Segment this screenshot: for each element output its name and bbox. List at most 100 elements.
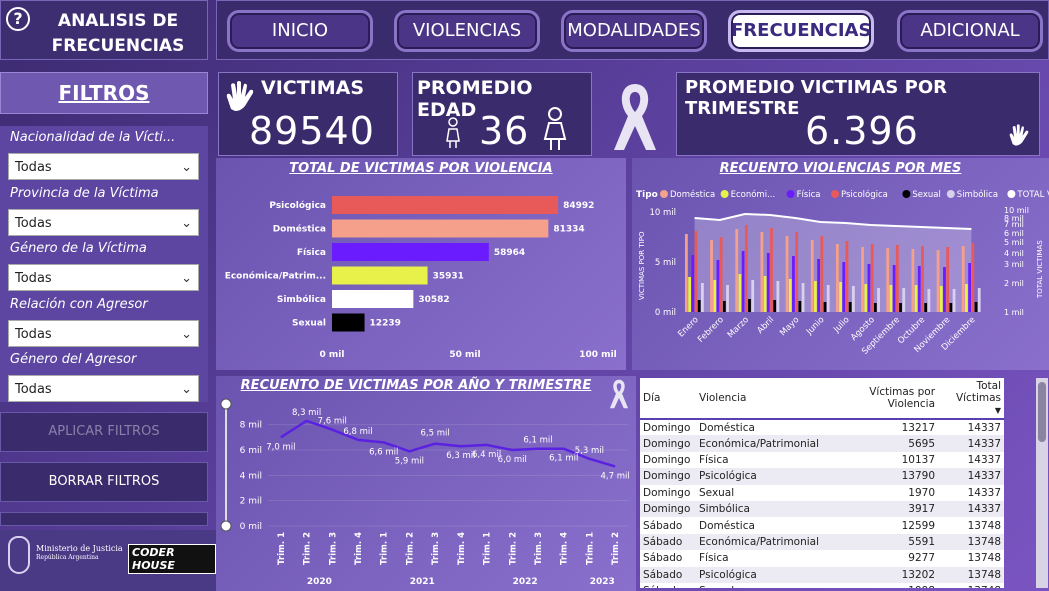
scroll-thumb[interactable] [1038, 382, 1046, 442]
kpi-edad-value: 36 [479, 109, 530, 153]
y2-tick-label: 10 mil [1004, 206, 1029, 215]
x-tick-label: Marzo [726, 315, 751, 340]
legend-marker [720, 190, 729, 198]
table-row[interactable]: Domingo Económica/Patrimonial 5695 14337 [640, 435, 1004, 452]
month-bar [710, 240, 713, 312]
month-bar [820, 236, 824, 312]
month-bar [817, 259, 821, 312]
table-row[interactable]: Sábado Psicológica 13202 13748 [640, 566, 1004, 583]
table-header[interactable]: Total Víctimas ▼ [938, 378, 1004, 420]
year-label: 2022 [513, 577, 538, 587]
range-slider-handle [220, 520, 232, 532]
x-tick-label: 50 mil [449, 350, 480, 360]
filter-select-genero-victima[interactable]: Todas ⌄ [8, 264, 199, 291]
y-tick-label: 10 mil [649, 208, 676, 218]
month-bar [684, 234, 688, 312]
table-cell: Domingo [643, 421, 691, 434]
table-row[interactable]: SábadoSexual199813748 [640, 583, 1004, 588]
legend-marker [831, 190, 839, 198]
month-bar [914, 285, 918, 312]
table-cell: Sábado [643, 552, 683, 565]
table-cell: Domingo [643, 453, 691, 466]
apply-filters-button[interactable]: APLICAR FILTROS [0, 412, 208, 452]
month-bar [798, 301, 802, 312]
filter-label-relacion: Relación con Agresor [10, 297, 148, 312]
sort-desc-icon[interactable]: ▼ [995, 406, 1001, 415]
x-tick-label: Trim. 3 [328, 532, 338, 565]
chevron-down-icon: ⌄ [181, 327, 192, 342]
table-cell: 12599 [901, 519, 936, 532]
table-row[interactable]: Sábado Física 9277 13748 [640, 550, 1004, 566]
clear-filters-button[interactable]: BORRAR FILTROS [0, 462, 208, 502]
table-cell: Domingo [640, 500, 696, 518]
tab-adicional[interactable]: ADICIONAL [897, 10, 1043, 52]
woman-large-icon [543, 107, 567, 150]
legend-marker [902, 190, 911, 198]
table-row[interactable]: Sábado Económica/Patrimonial 5591 13748 [640, 533, 1004, 551]
filter-select-genero-agresor[interactable]: Todas ⌄ [8, 375, 199, 402]
x-tick-label: Junio [804, 315, 827, 338]
legend-label: Física [797, 190, 821, 200]
y-tick-label: 2 mil [240, 497, 262, 507]
table-header[interactable]: Víctimas por Violencia [822, 378, 939, 420]
tab-violencias[interactable]: VIOLENCIAS [394, 10, 540, 52]
table-cell: Simbólica [696, 500, 823, 518]
month-bar [949, 303, 953, 312]
tab-inicio[interactable]: INICIO [227, 10, 373, 52]
data-label: 5,9 mil [395, 456, 424, 466]
table-header[interactable]: Día [640, 378, 696, 420]
filter-select-provincia[interactable]: Todas ⌄ [8, 209, 199, 236]
table-row[interactable]: Domingo Sexual 1970 14337 [640, 485, 1004, 501]
legend-marker [786, 190, 795, 198]
y-tick-label: 5 mil [655, 258, 676, 268]
month-bar [738, 274, 742, 312]
chevron-down-icon: ⌄ [181, 216, 192, 231]
table-header[interactable]: Violencia [696, 378, 823, 420]
filter-select-nacionalidad[interactable]: Todas ⌄ [8, 153, 199, 180]
y2-tick-label: 4 mil [1004, 249, 1024, 258]
month-bar [851, 286, 855, 312]
table-row[interactable]: Domingo Física 10137 14337 [640, 452, 1004, 468]
month-bar [889, 285, 893, 312]
year-label: 2023 [590, 577, 615, 587]
table-row[interactable]: Domingo Psicológica 13790 14337 [640, 468, 1004, 485]
table-scrollbar[interactable] [1036, 378, 1048, 588]
table-row[interactable]: Sábado Doméstica 12599 13748 [640, 517, 1004, 533]
month-bar [886, 248, 890, 312]
tab-frecuencias[interactable]: FRECUENCIAS [728, 10, 874, 52]
table-row[interactable]: Domingo Doméstica 13217 14337 [640, 419, 1004, 435]
bar-category-label: Doméstica [273, 224, 326, 235]
y-tick-label: 0 mil [655, 308, 676, 318]
nav-bar: INICIO VIOLENCIAS MODALIDADES FRECUENCIA… [216, 0, 1049, 60]
legend-title: Tipo [636, 190, 658, 200]
x-tick-label: Trim. 2 [303, 532, 313, 565]
filter-select-relacion[interactable]: Todas ⌄ [8, 320, 199, 347]
table-cell: 14337 [938, 500, 1004, 518]
table-cell: Domingo [640, 468, 696, 485]
x-tick-label: Abril [755, 315, 776, 336]
table-row[interactable]: Domingo Simbólica 3917 14337 [640, 500, 1004, 518]
table-cell: Domingo [643, 486, 691, 499]
awareness-ribbon-icon [614, 84, 656, 150]
table-cell: Domingo [640, 435, 696, 452]
data-label: 6,5 mil [421, 429, 450, 439]
x-tick-label: Trim. 4 [560, 532, 570, 565]
bar-category-label: Sexual [292, 319, 326, 329]
tab-modalidades[interactable]: MODALIDADES [561, 10, 707, 52]
filter-label-genero-agresor: Género del Agresor [10, 352, 137, 367]
month-bar [785, 236, 789, 312]
month-chart-panel: RECUENTO VIOLENCIAS POR MES Tipo Doméstic… [632, 158, 1049, 370]
month-bar [943, 267, 946, 312]
legend-marker [660, 190, 668, 198]
legend-label: Doméstica [670, 189, 715, 200]
table-cell: Psicológica [696, 566, 823, 583]
table-cell: 14337 [967, 486, 1001, 499]
year-label: 2020 [307, 577, 332, 587]
month-bar [895, 245, 899, 312]
filter-label-provincia: Provincia de la Víctima [10, 186, 159, 201]
help-circle-icon[interactable]: ? [6, 7, 30, 31]
ministry-emblem-icon [8, 536, 30, 574]
table-cell: 5695 [822, 435, 939, 452]
month-bar [961, 246, 965, 312]
month-bar [722, 301, 726, 312]
